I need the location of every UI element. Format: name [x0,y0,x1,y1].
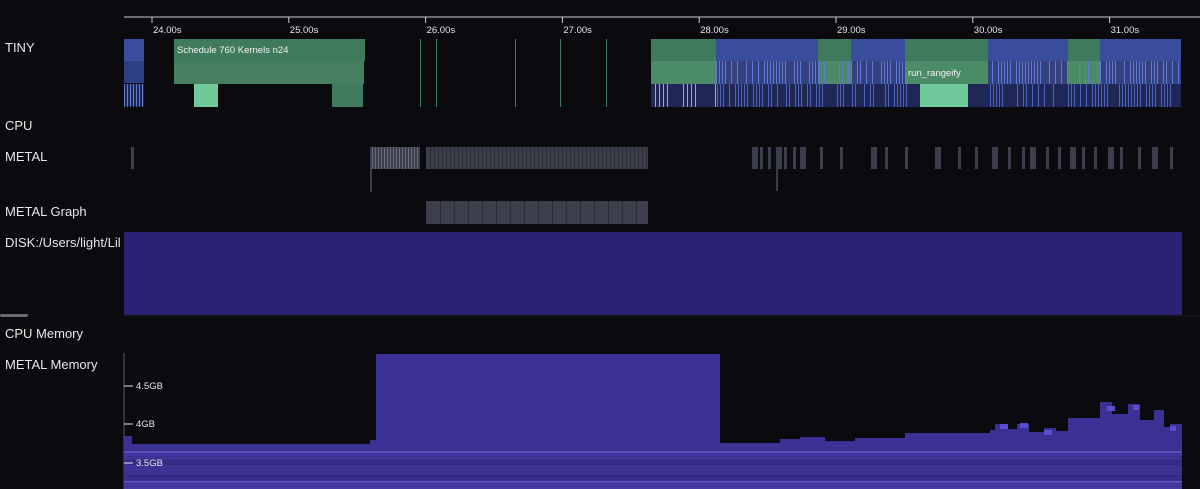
axis-tick-label: 25.00s [290,25,319,36]
axis-tick-label: 24.00s [153,25,182,36]
axis-tick-label: 30.00s [974,25,1003,36]
axis-tick-label: 27.00s [563,25,592,36]
track-label-metal-memory: METAL Memory [5,357,98,372]
memory-peak-block[interactable] [376,354,720,444]
schedule-span-label: Schedule 760 Kernels n24 [177,45,288,56]
memory-axis-label: 3.5GB [136,458,163,469]
track-label-metal-graph: METAL Graph [5,204,87,219]
rangeify-span-label: run_rangeify [908,68,961,79]
profiler-timeline[interactable]: 24.00s 25.00s 26.00s 27.00s 28.00s 29.00s 30.0… [0,0,1200,489]
metal-memory-track[interactable]: 4.5GB 4GB 3.5GB [123,353,1182,489]
disk-track[interactable] [124,232,1182,315]
track-label-cpu-memory: CPU Memory [5,326,84,341]
memory-axis-label: 4.5GB [136,381,163,392]
track-label-disk: DISK:/Users/light/Lil [5,235,121,250]
track-scroll-handle[interactable] [0,314,28,317]
axis-tick-label: 28.00s [700,25,729,36]
metal-track[interactable] [131,147,1173,192]
track-label-tiny: TINY [5,40,35,55]
track-label-metal: METAL [5,149,48,164]
metal-graph-track[interactable] [426,201,648,224]
axis-tick-label: 31.00s [1111,25,1140,36]
time-axis: 24.00s 25.00s 26.00s 27.00s 28.00s 29.00s 30.0… [124,16,1200,36]
axis-tick-label: 26.00s [427,25,456,36]
axis-tick-label: 29.00s [837,25,866,36]
tiny-track[interactable]: Schedule 760 Kernels n24 run_rangeify [124,39,1181,107]
memory-axis-label: 4GB [136,419,155,430]
track-label-cpu: CPU [5,118,33,133]
